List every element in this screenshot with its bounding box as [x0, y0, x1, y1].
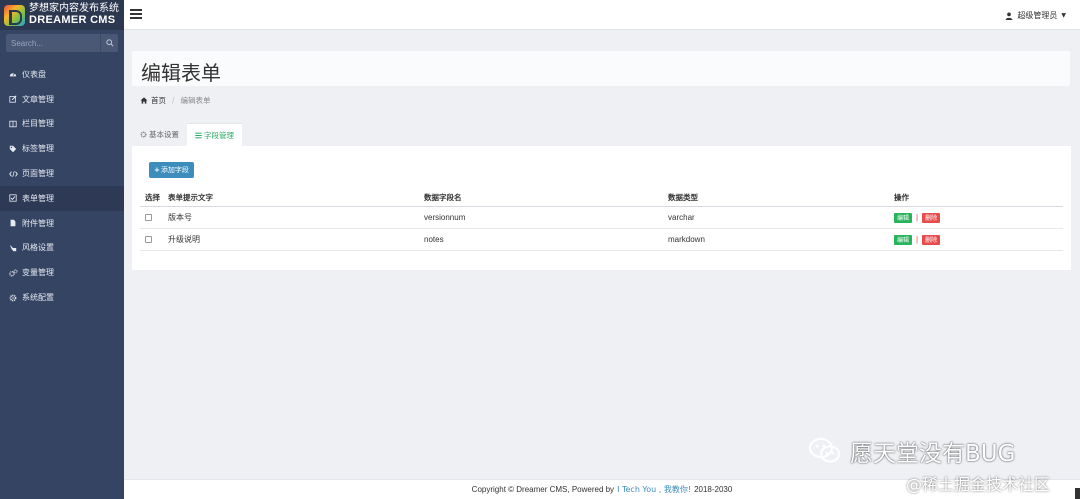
- row-checkbox[interactable]: [145, 236, 152, 243]
- edit-button[interactable]: 编辑: [894, 212, 913, 223]
- edit-icon: [8, 94, 18, 104]
- cell-type: varchar: [668, 213, 695, 222]
- watermark-text: 愿天堂没有BUG: [850, 441, 1016, 467]
- wechat-icon: [809, 438, 840, 463]
- delete-button[interactable]: 删除: [922, 234, 941, 245]
- search-input[interactable]: [6, 34, 100, 52]
- sidebar-item-system[interactable]: 系统配置: [0, 285, 124, 310]
- columns-icon: [8, 119, 18, 129]
- cell-actions: 编辑 | 删除: [894, 234, 1063, 245]
- user-menu[interactable]: 超级管理员 ▼: [1005, 10, 1066, 21]
- add-field-button[interactable]: + 添加字段: [149, 162, 194, 178]
- row-checkbox[interactable]: [145, 214, 152, 221]
- tab-basic-settings[interactable]: 基本设置: [132, 123, 187, 146]
- delete-button[interactable]: 删除: [922, 212, 941, 223]
- sidebar-item-columns[interactable]: 栏目管理: [0, 112, 124, 137]
- sidebar-item-variables[interactable]: 变量管理: [0, 260, 124, 285]
- sidebar-item-dashboard[interactable]: 仪表盘: [0, 62, 124, 87]
- sidebar-search: [6, 34, 118, 52]
- sidebar-item-articles[interactable]: 文章管理: [0, 87, 124, 112]
- sidebar-item-tags[interactable]: 标签管理: [0, 136, 124, 161]
- search-button[interactable]: [100, 34, 118, 52]
- sidebar-item-pages[interactable]: 页面管理: [0, 161, 124, 186]
- col-header-select: 选择: [145, 192, 160, 202]
- logo-icon: [4, 4, 25, 26]
- edit-button[interactable]: 编辑: [894, 234, 913, 245]
- palette-icon: [8, 243, 18, 253]
- breadcrumb-current: 编辑表单: [180, 96, 211, 105]
- watermark-wechat: 愿天堂没有BUG: [808, 434, 1015, 468]
- cell-actions: 编辑 | 删除: [894, 212, 1063, 223]
- breadcrumb: 首页 / 编辑表单: [140, 95, 211, 106]
- sidebar-item-attachments[interactable]: 附件管理: [0, 211, 124, 236]
- col-header-label: 表单提示文字: [168, 192, 213, 202]
- tab-field-management[interactable]: 字段管理: [187, 123, 242, 146]
- attachment-icon: [8, 218, 18, 228]
- search-icon: [105, 39, 114, 47]
- sidebar-item-styles[interactable]: 风格设置: [0, 236, 124, 261]
- watermark-juejin: @稀土掘金技术社区: [906, 475, 1051, 494]
- sidebar-item-forms[interactable]: 表单管理: [0, 185, 124, 211]
- dashboard-icon: [8, 69, 18, 79]
- table-row: 升级说明 notes markdown 编辑 | 删除: [140, 229, 1063, 251]
- check-square-icon: [8, 193, 18, 203]
- cell-label: 升级说明: [168, 235, 200, 244]
- fields-panel: + 添加字段 选择 表单提示文字 数据字段名 数据类型 操作 版本号 versi…: [132, 146, 1071, 270]
- page-header: 编辑表单: [132, 51, 1070, 86]
- cell-label: 版本号: [168, 213, 192, 222]
- sidebar-menu: 仪表盘 文章管理 栏目管理 标签管理 页面管理 表单管理 附件管理 风格设置 变…: [0, 62, 124, 310]
- menu-toggle-icon[interactable]: [130, 9, 142, 19]
- plus-icon: +: [154, 166, 160, 174]
- scrollbar[interactable]: [1075, 488, 1080, 499]
- fields-table: 选择 表单提示文字 数据字段名 数据类型 操作 版本号 versionnum v…: [140, 188, 1063, 251]
- cell-type: markdown: [668, 235, 705, 244]
- cell-field: notes: [424, 235, 444, 244]
- col-header-type: 数据类型: [668, 192, 698, 202]
- brand-name-en: DREAMER CMS: [29, 14, 116, 27]
- col-header-field: 数据字段名: [424, 192, 462, 202]
- table-row: 版本号 versionnum varchar 编辑 | 删除: [140, 207, 1063, 229]
- top-header: 超级管理员 ▼: [124, 0, 1080, 30]
- brand[interactable]: 梦想家内容发布系统 DREAMER CMS: [0, 0, 124, 30]
- tags-icon: [8, 144, 18, 154]
- user-icon: [1006, 12, 1013, 20]
- gear-icon: [8, 293, 18, 303]
- footer-years: 2018-2030: [694, 485, 733, 494]
- table-header: 选择 表单提示文字 数据字段名 数据类型 操作: [140, 188, 1063, 207]
- footer-link[interactable]: I Tech You , 我教你!: [617, 484, 691, 495]
- footer-copyright: Copyright © Dreamer CMS, Powered by: [471, 485, 615, 494]
- col-header-actions: 操作: [894, 192, 909, 202]
- cell-field: versionnum: [424, 213, 466, 222]
- cogs-icon: [8, 268, 18, 278]
- tab-bar: 基本设置 字段管理: [132, 123, 242, 146]
- home-icon: [140, 97, 148, 104]
- user-name: 超级管理员: [1017, 11, 1058, 20]
- sidebar: 梦想家内容发布系统 DREAMER CMS 仪表盘 文章管理 栏目管理 标签管理…: [0, 0, 124, 499]
- brand-name-cn: 梦想家内容发布系统: [29, 3, 119, 15]
- list-icon: [195, 132, 202, 138]
- page-title: 编辑表单: [141, 61, 221, 85]
- gear-icon: [140, 131, 147, 138]
- code-icon: [8, 169, 18, 179]
- chevron-down-icon: ▼: [1061, 12, 1066, 19]
- breadcrumb-home[interactable]: 首页: [151, 95, 166, 106]
